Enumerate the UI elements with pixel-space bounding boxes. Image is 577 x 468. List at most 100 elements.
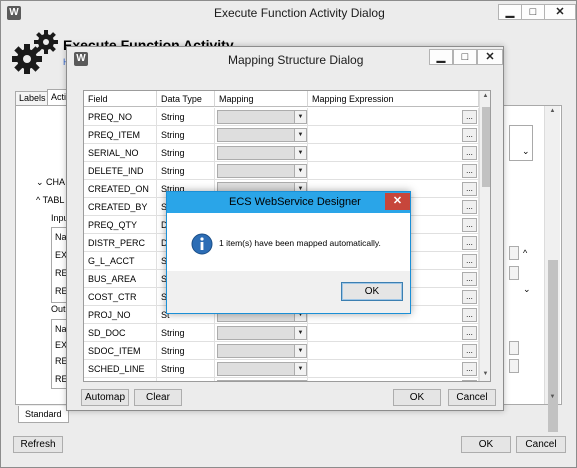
expression-cell[interactable] xyxy=(308,378,479,381)
field-cell: SCHED_LINE xyxy=(84,360,157,378)
mapping-combo[interactable]: ▼ xyxy=(217,344,307,358)
expression-cell[interactable] xyxy=(308,162,479,180)
expression-edit-button[interactable]: ... xyxy=(462,110,477,124)
table-row[interactable]: PREQ_NO String ▼... xyxy=(84,108,479,126)
outer-cancel-button[interactable]: Cancel xyxy=(516,436,566,453)
column-header-expression[interactable]: Mapping Expression xyxy=(308,91,479,107)
spinner-button[interactable] xyxy=(509,246,519,260)
expression-edit-button[interactable]: ... xyxy=(462,308,477,322)
outer-minimize-button[interactable]: ▁ xyxy=(498,4,522,20)
mapping-maximize-button[interactable]: □ xyxy=(453,49,477,65)
message-ok-button[interactable]: OK xyxy=(341,282,403,301)
mapping-close-button[interactable]: ✕ xyxy=(477,49,503,65)
column-header-mapping[interactable]: Mapping xyxy=(215,91,308,107)
table-row[interactable]: SD_DOC String ▼... xyxy=(84,324,479,342)
spinner-button[interactable] xyxy=(509,266,519,280)
scroll-up-icon[interactable]: ▲ xyxy=(480,93,490,99)
message-close-button[interactable]: ✕ xyxy=(385,193,410,210)
scroll-thumb[interactable] xyxy=(482,107,490,187)
expression-edit-button[interactable]: ... xyxy=(462,344,477,358)
expression-edit-button[interactable]: ... xyxy=(462,218,477,232)
outer-ok-button[interactable]: OK xyxy=(461,436,511,453)
refresh-button[interactable]: Refresh xyxy=(13,436,63,453)
mapping-combo[interactable]: ▼ xyxy=(217,380,307,382)
table-row[interactable]: DELETE_IND String ▼... xyxy=(84,162,479,180)
mapping-combo[interactable]: ▼ xyxy=(217,326,307,340)
table-row[interactable]: ASSET_NOSt ▼... xyxy=(84,378,479,382)
scroll-down-icon[interactable]: ▼ xyxy=(545,394,560,400)
spinner-button[interactable] xyxy=(509,359,519,373)
expression-cell[interactable] xyxy=(308,108,479,126)
outer-vertical-scrollbar[interactable]: ▲ ▼ xyxy=(544,106,560,432)
chevron-down-icon[interactable]: ▼ xyxy=(294,327,306,339)
table-row[interactable]: SCHED_LINE String ▼... xyxy=(84,360,479,378)
outer-right-spinners: ^ ⌄ xyxy=(509,246,533,301)
app-logo-icon: W xyxy=(7,6,21,20)
mapping-combo[interactable]: ▼ xyxy=(217,164,307,178)
tree-item-chart[interactable]: ⌄ CHA xyxy=(36,177,65,188)
message-text: 1 item(s) have been mapped automatically… xyxy=(219,238,381,248)
expression-cell[interactable] xyxy=(308,342,479,360)
info-icon xyxy=(191,233,213,255)
expression-edit-button[interactable]: ... xyxy=(462,128,477,142)
mapping-combo[interactable]: ▼ xyxy=(217,146,307,160)
scroll-thumb[interactable] xyxy=(548,260,558,432)
mapping-minimize-button[interactable]: ▁ xyxy=(429,49,453,65)
mapping-combo[interactable]: ▼ xyxy=(217,128,307,142)
expression-edit-button[interactable]: ... xyxy=(462,236,477,250)
expression-cell[interactable] xyxy=(308,144,479,162)
table-row[interactable]: PREQ_ITEM String ▼... xyxy=(84,126,479,144)
expression-cell[interactable] xyxy=(308,324,479,342)
tree-item-table[interactable]: ^ TABL xyxy=(36,195,64,205)
mapping-cancel-button[interactable]: Cancel xyxy=(448,389,496,406)
expression-cell[interactable] xyxy=(308,360,479,378)
spinner-button[interactable] xyxy=(509,341,519,355)
expression-edit-button[interactable]: ... xyxy=(462,200,477,214)
expression-edit-button[interactable]: ... xyxy=(462,380,477,381)
chevron-down-icon[interactable]: ▼ xyxy=(294,147,306,159)
datatype-cell: String xyxy=(157,108,215,126)
expression-cell[interactable] xyxy=(308,126,479,144)
field-cell: PREQ_ITEM xyxy=(84,126,157,144)
expression-edit-button[interactable]: ... xyxy=(462,272,477,286)
column-header-field[interactable]: Field xyxy=(84,91,157,107)
table-row[interactable]: SERIAL_NO String ▼... xyxy=(84,144,479,162)
chevron-down-icon[interactable]: ▼ xyxy=(294,345,306,357)
field-cell: BUS_AREA xyxy=(84,270,157,288)
mapping-vertical-scrollbar[interactable]: ▲ ▼ xyxy=(479,91,490,381)
automap-button[interactable]: Automap xyxy=(81,389,129,406)
outer-titlebar: W Execute Function Activity Dialog ▁ □ ✕ xyxy=(1,1,576,24)
chevron-up-icon[interactable]: ^ xyxy=(523,248,527,258)
chevron-down-icon[interactable]: ⌄ xyxy=(523,284,531,295)
tab-labels[interactable]: Labels xyxy=(15,91,50,106)
expression-edit-button[interactable]: ... xyxy=(462,164,477,178)
mapping-titlebar: W Mapping Structure Dialog ▁ □ ✕ xyxy=(67,47,503,70)
expression-edit-button[interactable]: ... xyxy=(462,326,477,340)
expression-edit-button[interactable]: ... xyxy=(462,362,477,376)
expression-edit-button[interactable]: ... xyxy=(462,146,477,160)
field-cell: CREATED_ON xyxy=(84,180,157,198)
mapping-combo[interactable]: ▼ xyxy=(217,110,307,124)
mapping-ok-button[interactable]: OK xyxy=(393,389,441,406)
table-row[interactable]: SDOC_ITEM String ▼... xyxy=(84,342,479,360)
chevron-down-icon[interactable]: ▼ xyxy=(294,363,306,375)
field-cell: DELETE_IND xyxy=(84,162,157,180)
column-header-datatype[interactable]: Data Type xyxy=(157,91,215,107)
expression-edit-button[interactable]: ... xyxy=(462,182,477,196)
chevron-down-icon[interactable]: ▼ xyxy=(294,165,306,177)
field-cell: PROJ_NO xyxy=(84,306,157,324)
outer-maximize-button[interactable]: □ xyxy=(521,4,545,20)
mapping-combo[interactable]: ▼ xyxy=(217,362,307,376)
scroll-up-icon[interactable]: ▲ xyxy=(545,108,560,114)
message-box: ECS WebService Designer ✕ 1 item(s) have… xyxy=(166,191,411,314)
expression-edit-button[interactable]: ... xyxy=(462,254,477,268)
outer-close-button[interactable]: ✕ xyxy=(544,4,576,20)
expression-edit-button[interactable]: ... xyxy=(462,290,477,304)
clear-button[interactable]: Clear xyxy=(134,389,182,406)
tab-standard[interactable]: Standard xyxy=(18,406,69,423)
chevron-down-icon[interactable]: ▼ xyxy=(294,129,306,141)
scroll-down-icon[interactable]: ▼ xyxy=(480,371,490,377)
chevron-down-icon[interactable]: ▼ xyxy=(294,111,306,123)
chevron-down-icon[interactable]: ⌄ xyxy=(522,146,530,157)
chevron-down-icon[interactable]: ▼ xyxy=(294,381,306,382)
